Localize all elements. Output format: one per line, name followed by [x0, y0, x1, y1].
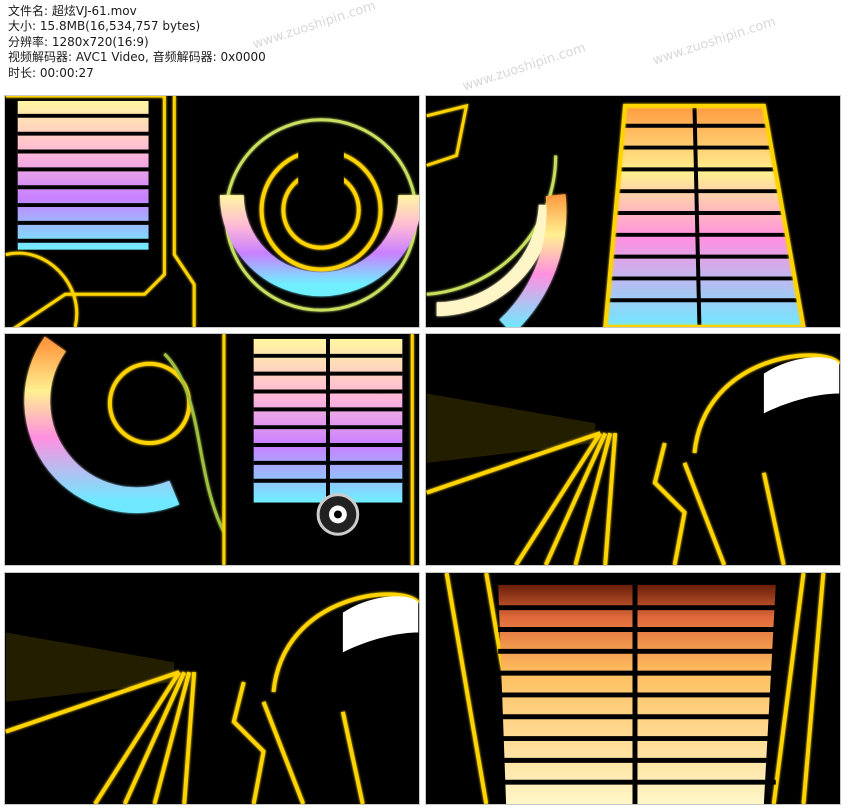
frame-6-art — [444, 573, 826, 804]
video-frame-4 — [425, 333, 841, 566]
video-frame-3 — [4, 333, 420, 566]
duration-value: 00:00:27 — [39, 65, 94, 80]
equalizer-bars — [603, 103, 806, 327]
resolution-value: 1280x720(16:9) — [51, 34, 149, 49]
filename-label: 文件名: — [8, 4, 49, 18]
equalizer-bars — [253, 338, 403, 503]
speaker-icon — [316, 493, 360, 536]
frame-2-art — [426, 103, 806, 327]
equalizer-bars — [17, 100, 149, 250]
resolution-row: 分辨率: 1280x720(16:9) — [8, 35, 266, 50]
frame-1-art — [5, 96, 419, 327]
duration-label: 时长: — [8, 65, 37, 80]
circular-meter — [219, 118, 419, 312]
codec-row: 视频解码器: AVC1 Video, 音频解码器: 0x0000 — [8, 50, 266, 65]
codec-label: 视频解码器: — [8, 50, 73, 65]
equalizer-bars — [498, 584, 776, 804]
codec-value: AVC1 Video, 音频解码器: 0x0000 — [75, 50, 266, 65]
duration-row: 时长: 00:00:27 — [8, 66, 266, 81]
watermark-text: www.zuoshipin.com — [250, 0, 378, 53]
size-row: 大小: 15.8MB(16,534,757 bytes) — [8, 19, 266, 34]
watermark-text: www.zuoshipin.com — [650, 14, 778, 69]
filename-row: 文件名: 超炫VJ-61.mov — [8, 4, 266, 19]
frame-3-art — [24, 334, 414, 565]
size-label: 大小: — [8, 19, 37, 34]
video-info-panel: 文件名: 超炫VJ-61.mov 大小: 15.8MB(16,534,757 b… — [8, 4, 266, 81]
video-frame-1 — [4, 95, 420, 328]
video-frame-2 — [425, 95, 841, 328]
frame-4-art — [426, 353, 840, 565]
filename-value: 超炫VJ-61.mov — [51, 4, 137, 18]
frame-5-art — [5, 592, 419, 804]
resolution-label: 分辨率: — [8, 34, 49, 49]
size-value: 15.8MB(16,534,757 bytes) — [39, 19, 201, 34]
video-frame-5 — [4, 572, 420, 805]
watermark-text: www.zuoshipin.com — [460, 40, 588, 95]
video-frame-6 — [425, 572, 841, 805]
